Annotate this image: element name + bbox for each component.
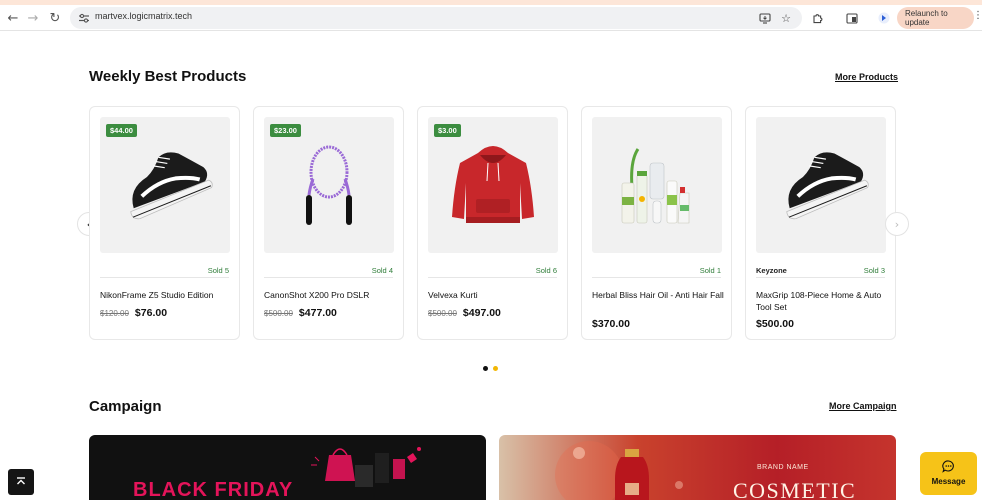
sold-count: Sold 3: [863, 266, 885, 275]
price-row: $370.00: [592, 318, 630, 330]
product-image[interactable]: [756, 117, 886, 253]
old-price: $120.00: [100, 309, 129, 318]
carousel-dots: [483, 366, 498, 371]
chevron-right-icon: ›: [894, 217, 900, 231]
price-row: $500.00 $497.00: [428, 307, 501, 319]
old-price: $500.00: [428, 309, 457, 318]
more-products-link[interactable]: More Products: [835, 72, 898, 82]
card-divider: [428, 277, 557, 278]
black-friday-banner[interactable]: BLACK FRIDAY: [89, 435, 486, 500]
forward-icon[interactable]: →: [24, 9, 42, 27]
cosmetics-image: [621, 148, 690, 224]
weekly-section-title: Weekly Best Products: [89, 68, 247, 85]
chat-bubble-icon: [942, 460, 954, 473]
product-card[interactable]: $23.00 Sold 4 CanonShot X200 Pro DSLR $5…: [253, 106, 404, 340]
product-card[interactable]: Keyzone Sold 3 MaxGrip 108-Piece Home & …: [745, 106, 896, 340]
back-icon[interactable]: ←: [4, 9, 22, 27]
current-price: $477.00: [298, 307, 337, 319]
arrow-up-to-line-icon: [17, 477, 25, 485]
sold-count: Sold 4: [371, 266, 393, 275]
current-price: $500.00: [756, 318, 794, 330]
product-image[interactable]: $3.00: [428, 117, 558, 253]
sneaker-image: [130, 152, 213, 220]
relaunch-update-button[interactable]: Relaunch to update: [897, 7, 974, 29]
price-row: $500.00 $477.00: [264, 307, 337, 319]
product-name[interactable]: Herbal Bliss Hair Oil - Anti Hair Fall: [592, 289, 724, 301]
discount-badge: $23.00: [270, 124, 301, 137]
current-price: $76.00: [134, 307, 168, 319]
current-price: $497.00: [462, 307, 501, 319]
card-divider: [264, 277, 393, 278]
current-price: $370.00: [592, 318, 630, 330]
jump-rope-image: [306, 145, 352, 225]
more-menu-icon[interactable]: ⋮: [973, 11, 982, 21]
hoodie-image: [452, 146, 534, 223]
discount-badge: $44.00: [106, 124, 137, 137]
card-divider: [100, 277, 229, 278]
banner-brand-name: BRAND NAME: [757, 464, 809, 471]
bookmark-star-icon[interactable]: ☆: [779, 11, 793, 25]
carousel-dot[interactable]: [483, 366, 488, 371]
url-text[interactable]: martvex.logicmatrix.tech: [95, 11, 192, 21]
browser-toolbar: ← → ↻ martvex.logicmatrix.tech ☆ Relaunc…: [0, 5, 982, 31]
product-image[interactable]: [592, 117, 722, 253]
product-card[interactable]: Sold 1 Herbal Bliss Hair Oil - Anti Hair…: [581, 106, 732, 340]
message-button[interactable]: Message: [920, 452, 977, 495]
product-card[interactable]: $3.00 Sold 6 Velvexa Kurti $500.00 $497.…: [417, 106, 568, 340]
sold-count: Sold 1: [699, 266, 721, 275]
reload-icon[interactable]: ↻: [46, 9, 64, 27]
card-divider: [592, 277, 721, 278]
product-name[interactable]: CanonShot X200 Pro DSLR: [264, 289, 396, 301]
product-name[interactable]: NikonFrame Z5 Studio Edition: [100, 289, 232, 301]
old-price: $500.00: [264, 309, 293, 318]
cosmetic-text: COSMETIC: [733, 478, 857, 500]
carousel-next-button[interactable]: ›: [885, 212, 909, 236]
price-row: $120.00 $76.00: [100, 307, 167, 319]
cosmetic-banner[interactable]: BRAND NAME COSMETIC: [499, 435, 896, 500]
campaign-section-title: Campaign: [89, 398, 162, 415]
product-name[interactable]: MaxGrip 108-Piece Home & Auto Tool Set: [756, 289, 888, 313]
message-label: Message: [931, 477, 966, 486]
product-card[interactable]: $44.00 Sold 5 NikonFrame Z5 Studio Editi…: [89, 106, 240, 340]
scroll-to-top-button[interactable]: [8, 469, 34, 495]
profile-icon[interactable]: [877, 11, 891, 25]
product-image[interactable]: $23.00: [264, 117, 394, 253]
black-friday-text: BLACK FRIDAY: [133, 479, 294, 500]
split-view-icon[interactable]: [845, 11, 859, 25]
product-image[interactable]: $44.00: [100, 117, 230, 253]
site-info-icon[interactable]: [78, 12, 90, 24]
address-bar[interactable]: martvex.logicmatrix.tech ☆: [70, 7, 802, 29]
extensions-icon[interactable]: [811, 11, 825, 25]
more-campaign-link[interactable]: More Campaign: [829, 401, 897, 411]
sold-count: Sold 5: [207, 266, 229, 275]
price-row: $500.00: [756, 318, 794, 330]
carousel-dot-active[interactable]: [493, 366, 498, 371]
card-divider: [756, 277, 885, 278]
sneaker-image: [786, 152, 869, 220]
sold-count: Sold 6: [535, 266, 557, 275]
discount-badge: $3.00: [434, 124, 461, 137]
product-name[interactable]: Velvexa Kurti: [428, 289, 560, 301]
install-icon[interactable]: [758, 11, 772, 25]
brand-name: Keyzone: [756, 266, 787, 275]
